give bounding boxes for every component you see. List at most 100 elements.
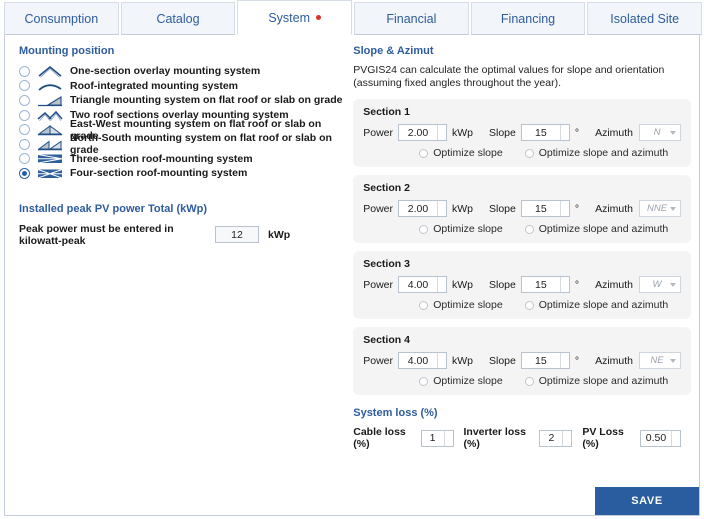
slope-input[interactable]: [522, 125, 560, 140]
mounting-option-row[interactable]: Roof-integrated mounting system: [19, 79, 347, 94]
mounting-option-radio[interactable]: [19, 139, 30, 150]
cable-loss-stepper[interactable]: [444, 431, 453, 446]
optimize-slope-and-azimuth-radio[interactable]: [525, 301, 534, 310]
slope-field[interactable]: [521, 276, 570, 293]
tab-consumption[interactable]: Consumption: [4, 2, 119, 35]
tab-system[interactable]: System: [237, 0, 352, 35]
slope-field[interactable]: [521, 352, 570, 369]
inverter-loss-field[interactable]: [539, 430, 572, 447]
inverter-loss-stepper[interactable]: [562, 431, 571, 446]
optimize-slope-and-azimuth-radio[interactable]: [525, 149, 534, 158]
tab-modified-dot-icon: [316, 15, 321, 20]
chevron-down-icon: [670, 359, 676, 363]
system-loss-row: Cable loss (%) Inverter loss (%) PV Loss…: [353, 426, 691, 450]
cable-loss-input[interactable]: [422, 431, 444, 446]
slope-stepper[interactable]: [560, 353, 569, 368]
azimuth-select[interactable]: NE: [639, 352, 681, 369]
inverter-loss-label: Inverter loss (%): [464, 426, 535, 450]
mounting-option-row[interactable]: One-section overlay mounting system: [19, 64, 347, 79]
tab-catalog[interactable]: Catalog: [121, 2, 236, 35]
section-cards-container: Section 1PowerkWpSlope°AzimuthNOptimize …: [353, 99, 691, 395]
mounting-position-title: Mounting position: [19, 45, 347, 57]
section-card: Section 4PowerkWpSlope°AzimuthNEOptimize…: [353, 327, 691, 395]
slope-stepper[interactable]: [560, 277, 569, 292]
power-field[interactable]: [398, 276, 447, 293]
power-input[interactable]: [399, 277, 437, 292]
slope-stepper[interactable]: [560, 125, 569, 140]
optimize-slope-and-azimuth-option[interactable]: Optimize slope and azimuth: [525, 375, 669, 387]
main-tab-bar: ConsumptionCatalogSystemFinancialFinanci…: [0, 0, 704, 35]
optimize-slope-label: Optimize slope: [433, 223, 502, 235]
optimize-slope-and-azimuth-option[interactable]: Optimize slope and azimuth: [525, 299, 669, 311]
tab-financial[interactable]: Financial: [354, 2, 469, 35]
azimuth-select[interactable]: NNE: [639, 200, 681, 217]
power-stepper[interactable]: [437, 277, 446, 292]
tab-label: Isolated Site: [610, 12, 679, 26]
power-input[interactable]: [399, 201, 437, 216]
mounting-option-radio[interactable]: [19, 66, 30, 77]
power-stepper[interactable]: [437, 201, 446, 216]
azimuth-selected-value: NE: [644, 355, 670, 366]
slope-input[interactable]: [522, 353, 560, 368]
slope-unit: °: [575, 279, 579, 291]
power-field[interactable]: [398, 124, 447, 141]
optimize-slope-and-azimuth-label: Optimize slope and azimuth: [539, 223, 669, 235]
power-field[interactable]: [398, 352, 447, 369]
mounting-option-row[interactable]: North-South mounting system on flat roof…: [19, 137, 347, 152]
power-stepper[interactable]: [437, 125, 446, 140]
section-card-title: Section 4: [363, 334, 681, 346]
optimize-slope-option[interactable]: Optimize slope: [419, 147, 502, 159]
optimize-slope-radio[interactable]: [419, 377, 428, 386]
power-stepper[interactable]: [437, 353, 446, 368]
mounting-option-radio[interactable]: [19, 95, 30, 106]
power-field[interactable]: [398, 200, 447, 217]
optimize-slope-and-azimuth-radio[interactable]: [525, 377, 534, 386]
optimize-slope-option[interactable]: Optimize slope: [419, 223, 502, 235]
mounting-option-label: Triangle mounting system on flat roof or…: [70, 94, 342, 106]
optimize-slope-radio[interactable]: [419, 301, 428, 310]
optimize-slope-and-azimuth-option[interactable]: Optimize slope and azimuth: [525, 223, 669, 235]
slope-stepper[interactable]: [560, 201, 569, 216]
slope-label: Slope: [489, 279, 516, 291]
azimuth-select[interactable]: N: [639, 124, 681, 141]
mounting-option-radio[interactable]: [19, 124, 30, 135]
mounting-option-radio[interactable]: [19, 110, 30, 121]
slope-unit: °: [575, 127, 579, 139]
tab-financing[interactable]: Financing: [471, 2, 586, 35]
power-input[interactable]: [399, 125, 437, 140]
mounting-option-radio[interactable]: [19, 168, 30, 179]
three-section-roof-icon: [37, 152, 63, 165]
mounting-option-radio[interactable]: [19, 80, 30, 91]
pv-loss-field[interactable]: [640, 430, 681, 447]
optimize-slope-and-azimuth-radio[interactable]: [525, 225, 534, 234]
azimuth-select[interactable]: W: [639, 276, 681, 293]
mounting-option-row[interactable]: Triangle mounting system on flat roof or…: [19, 93, 347, 108]
optimize-slope-option[interactable]: Optimize slope: [419, 299, 502, 311]
mounting-option-radio[interactable]: [19, 153, 30, 164]
slope-field[interactable]: [521, 124, 570, 141]
inverter-loss-input[interactable]: [540, 431, 562, 446]
slope-field[interactable]: [521, 200, 570, 217]
pv-loss-stepper[interactable]: [671, 431, 680, 446]
optimize-slope-option[interactable]: Optimize slope: [419, 375, 502, 387]
optimize-slope-label: Optimize slope: [433, 299, 502, 311]
peak-power-input[interactable]: [215, 226, 259, 243]
slope-azimut-intro-line1: PVGIS24 can calculate the optimal values…: [353, 64, 691, 77]
slope-azimut-intro-line2: (assuming fixed angles throughout the ye…: [353, 77, 691, 90]
optimize-slope-radio[interactable]: [419, 225, 428, 234]
save-button[interactable]: SAVE: [595, 487, 699, 515]
optimize-slope-and-azimuth-option[interactable]: Optimize slope and azimuth: [525, 147, 669, 159]
slope-unit: °: [575, 203, 579, 215]
mounting-option-row[interactable]: Four-section roof-mounting system: [19, 166, 347, 181]
cable-loss-field[interactable]: [421, 430, 454, 447]
slope-input[interactable]: [522, 277, 560, 292]
pv-loss-input[interactable]: [641, 431, 671, 446]
tab-isolated-site[interactable]: Isolated Site: [587, 2, 702, 35]
power-input[interactable]: [399, 353, 437, 368]
optimize-slope-radio[interactable]: [419, 149, 428, 158]
section-card-optimize-row: Optimize slope Optimize slope and azimuth: [363, 223, 681, 235]
azimuth-label: Azimuth: [595, 279, 633, 291]
slope-input[interactable]: [522, 201, 560, 216]
section-card-inputs-row: PowerkWpSlope°AzimuthN: [363, 124, 681, 141]
page-frame: Mounting position One-section overlay mo…: [4, 35, 700, 516]
